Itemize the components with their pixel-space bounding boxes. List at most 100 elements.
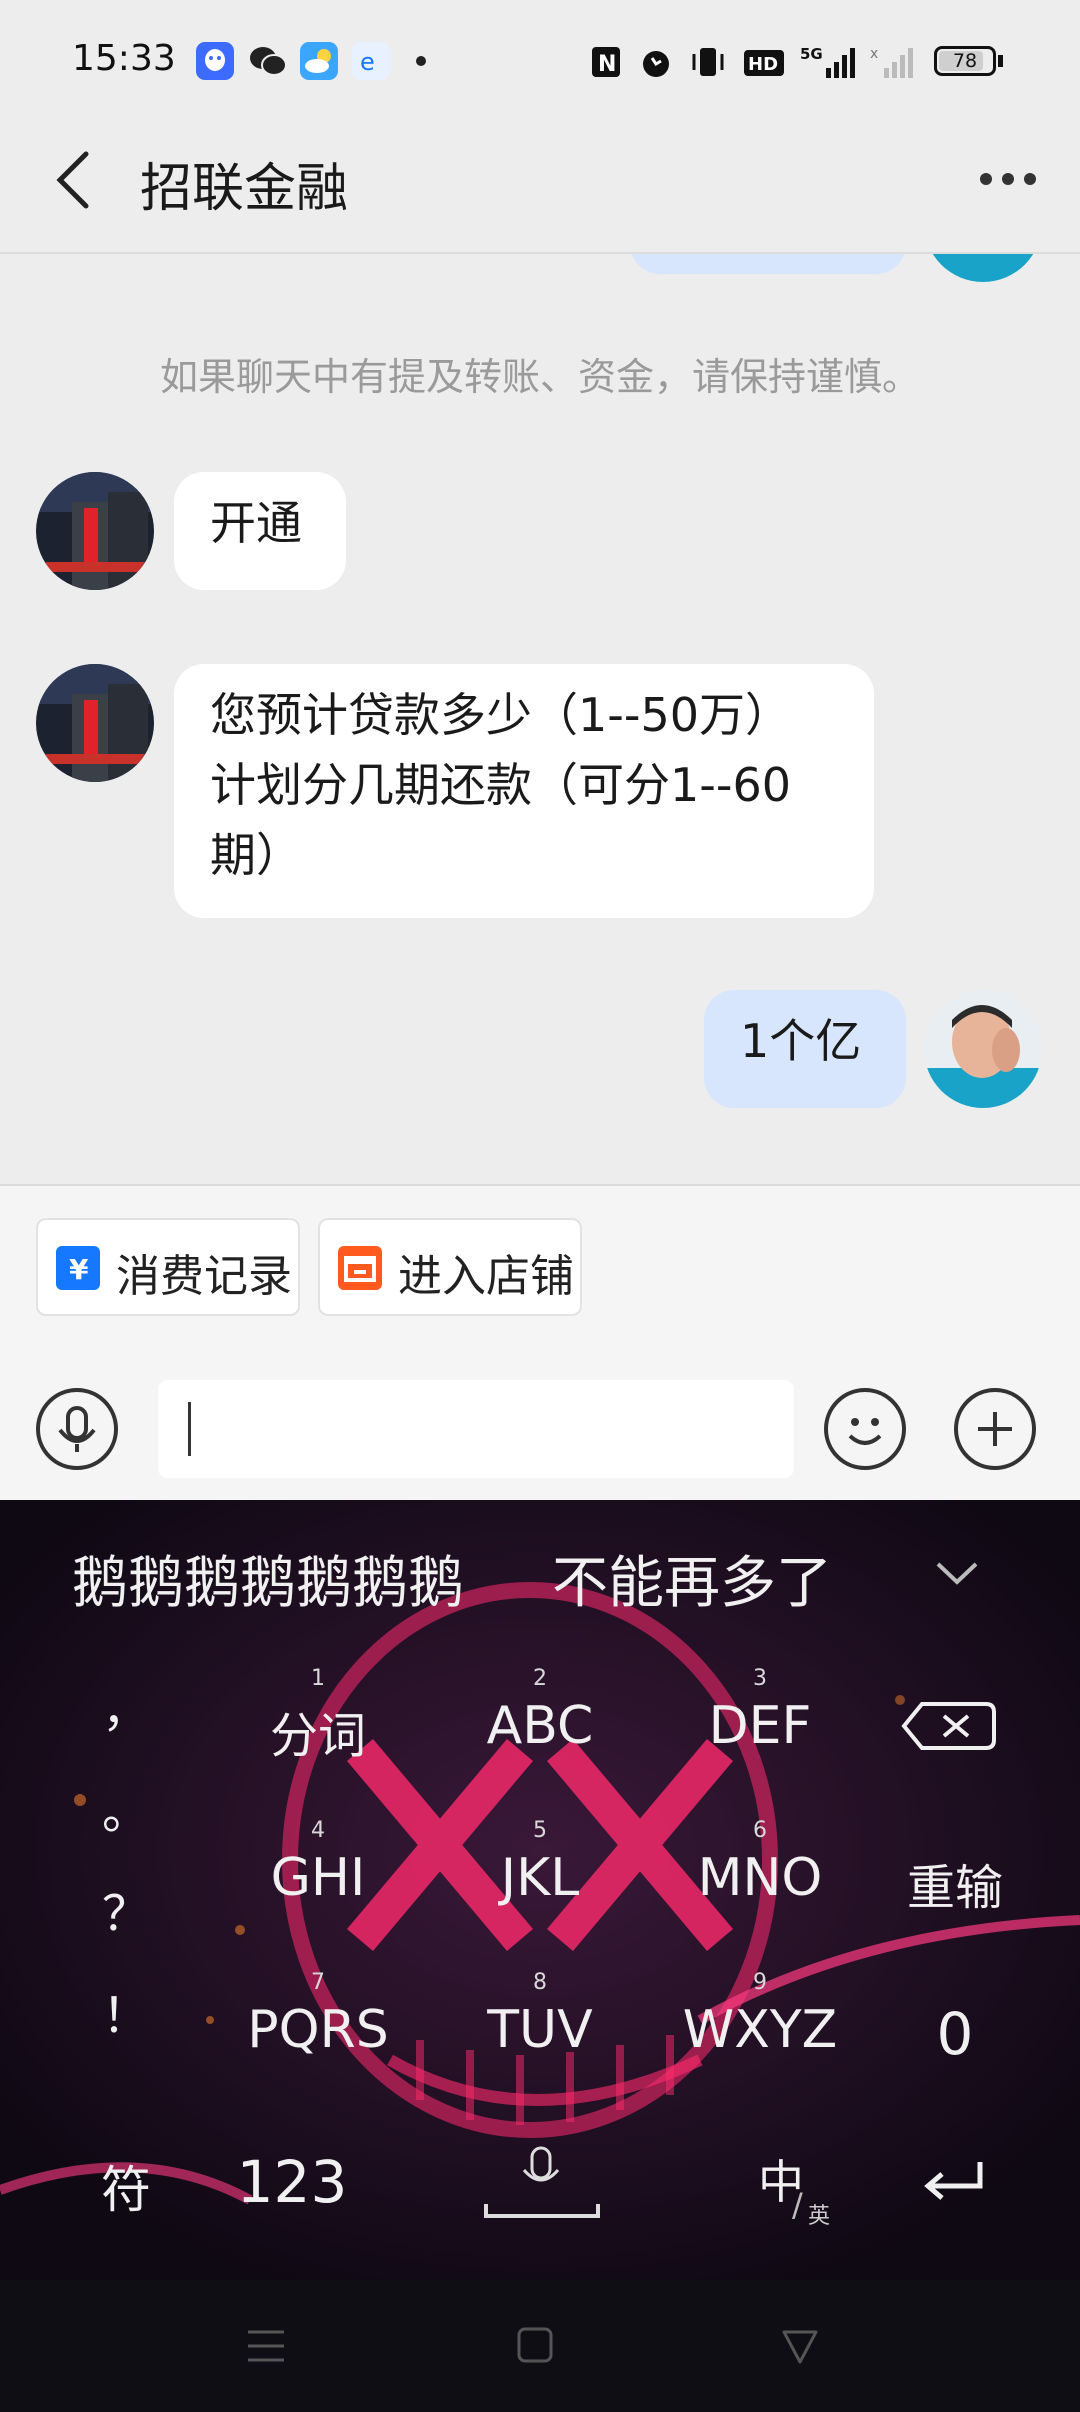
hd-icon: HD — [742, 44, 786, 80]
message-bubble-other[interactable]: 您预计贷款多少（1--50万） 计划分几期还款（可分1--60 期） — [174, 664, 874, 918]
previous-message-bubble — [630, 254, 906, 274]
lang-divider: / — [792, 2186, 803, 2224]
message-text: 开通 — [210, 496, 302, 550]
candidate-word[interactable]: 鹅鹅鹅鹅鹅鹅鹅 — [72, 1538, 464, 1619]
message-line: 计划分几期还款（可分1--60 — [210, 758, 791, 812]
key-number: 3 — [753, 1666, 767, 1691]
key-label: WXYZ — [682, 2000, 838, 2060]
battery-icon: 78 — [934, 46, 996, 76]
expand-candidates-button[interactable] — [932, 1558, 982, 1588]
punctuation-key[interactable]: ， — [96, 1670, 156, 1740]
chat-area[interactable]: 如果聊天中有提及转账、资金，请保持谨慎。 开通 您预计贷款多少（1--50万） … — [0, 254, 1080, 1184]
t9-key-3[interactable]: 3 DEF — [660, 1666, 860, 1766]
nfc-icon: N — [590, 44, 622, 80]
key-number: 7 — [311, 1970, 325, 1995]
more-dots-icon — [980, 173, 1036, 185]
home-square-icon — [517, 2327, 553, 2363]
text-cursor — [188, 1402, 191, 1456]
punctuation-key[interactable]: 。 — [96, 1772, 156, 1842]
my-avatar[interactable] — [924, 990, 1042, 1108]
enter-arrow-icon — [924, 2162, 983, 2200]
merchant-avatar[interactable] — [36, 472, 154, 590]
message-line: 期） — [210, 828, 302, 882]
yuan-receipt-icon: ¥ — [56, 1246, 100, 1290]
space-voice-key[interactable] — [482, 2144, 602, 2220]
telecom-app-icon: e — [352, 42, 390, 80]
svg-text:¥: ¥ — [69, 1253, 89, 1286]
notification-dot-icon — [416, 56, 426, 66]
svg-text:5G: 5G — [800, 45, 823, 63]
safety-notice: 如果聊天中有提及转账、资金，请保持谨慎。 — [159, 355, 920, 399]
more-options-button[interactable] — [976, 162, 1040, 196]
weather-app-icon — [300, 42, 338, 80]
microphone-icon — [484, 2146, 600, 2218]
t9-key-7[interactable]: 7 PQRS — [218, 1970, 418, 2070]
merchant-avatar[interactable] — [36, 664, 154, 782]
key-number: 9 — [753, 1970, 767, 1995]
consumption-record-button[interactable]: ¥ 消费记录 — [36, 1218, 300, 1316]
status-time: 15:33 — [72, 38, 176, 79]
svg-text:HD: HD — [748, 54, 778, 75]
candidate-word[interactable]: 不能再多了 — [552, 1538, 832, 1619]
language-switch-key[interactable]: 中 / 英 — [752, 2146, 852, 2229]
plus-icon — [978, 1412, 1012, 1446]
symbol-key[interactable]: 符 — [86, 2150, 166, 2222]
key-number: 6 — [753, 1818, 767, 1843]
enter-key[interactable] — [920, 2156, 990, 2206]
home-nav-button[interactable] — [516, 2326, 554, 2364]
smiley-icon — [848, 1418, 882, 1445]
menu-nav-button[interactable] — [246, 2328, 286, 2364]
message-bubble-me[interactable]: 1个亿 — [704, 990, 906, 1108]
svg-text:e: e — [360, 48, 375, 76]
more-functions-button[interactable] — [954, 1388, 1036, 1470]
key-label: PQRS — [247, 2000, 389, 2060]
vibrate-icon — [690, 44, 726, 80]
alarm-icon — [638, 44, 674, 80]
message-text: 1个亿 — [740, 1014, 862, 1068]
page-title: 招联金融 — [140, 159, 349, 219]
reinput-key[interactable]: 重输 — [880, 1848, 1030, 1918]
voice-input-button[interactable] — [36, 1388, 118, 1470]
qq-app-icon — [196, 42, 234, 80]
store-icon — [338, 1246, 382, 1290]
key-number: 5 — [533, 1818, 547, 1843]
t9-key-2[interactable]: 2 ABC — [440, 1666, 640, 1766]
signal-5g-icon: 5G — [800, 44, 860, 80]
microphone-icon — [58, 1406, 96, 1452]
key-label: TUV — [487, 2000, 593, 2060]
t9-key-4[interactable]: 4 GHI — [218, 1818, 418, 1918]
message-bubble-other[interactable]: 开通 — [174, 472, 346, 590]
chevron-down-icon — [936, 1562, 978, 1585]
key-label: JKL — [500, 1848, 580, 1908]
message-line: 您预计贷款多少（1--50万） — [210, 688, 791, 742]
chip-label: 消费记录 — [116, 1251, 292, 1302]
keyboard: 鹅鹅鹅鹅鹅鹅鹅 不能再多了 ， 。 ？ ！ 1 分词 2 ABC 3 DEF 4… — [0, 1500, 1080, 2280]
punctuation-key[interactable]: ！ — [96, 1976, 156, 2046]
enter-store-button[interactable]: 进入店铺 — [318, 1218, 582, 1316]
back-button[interactable] — [44, 148, 104, 212]
key-number: 4 — [311, 1818, 325, 1843]
svg-text:x: x — [870, 46, 878, 62]
t9-key-8[interactable]: 8 TUV — [440, 1970, 640, 2070]
key-number: 2 — [533, 1666, 547, 1691]
t9-key-1[interactable]: 1 分词 — [218, 1666, 418, 1766]
message-input[interactable] — [158, 1380, 794, 1478]
t9-key-5[interactable]: 5 JKL — [440, 1818, 640, 1918]
svg-text:N: N — [598, 52, 616, 77]
backspace-key[interactable] — [900, 1694, 1004, 1758]
menu-icon — [248, 2330, 284, 2362]
punctuation-key[interactable]: ？ — [96, 1874, 156, 1944]
key-label: ABC — [486, 1696, 594, 1756]
key-label: GHI — [270, 1848, 366, 1908]
lang-sub-label: 英 — [808, 2204, 831, 2229]
key-label: DEF — [708, 1696, 812, 1756]
back-arrow-icon — [56, 151, 89, 209]
emoji-button[interactable] — [824, 1388, 906, 1470]
t9-key-9[interactable]: 9 WXYZ — [660, 1970, 860, 2070]
wechat-app-icon — [248, 42, 287, 80]
back-nav-button[interactable] — [780, 2326, 820, 2366]
number-switch-key[interactable]: 123 — [222, 2148, 362, 2216]
zero-key[interactable]: 0 — [900, 2000, 1010, 2068]
t9-key-6[interactable]: 6 MNO — [660, 1818, 860, 1918]
key-number: 8 — [533, 1970, 547, 1995]
